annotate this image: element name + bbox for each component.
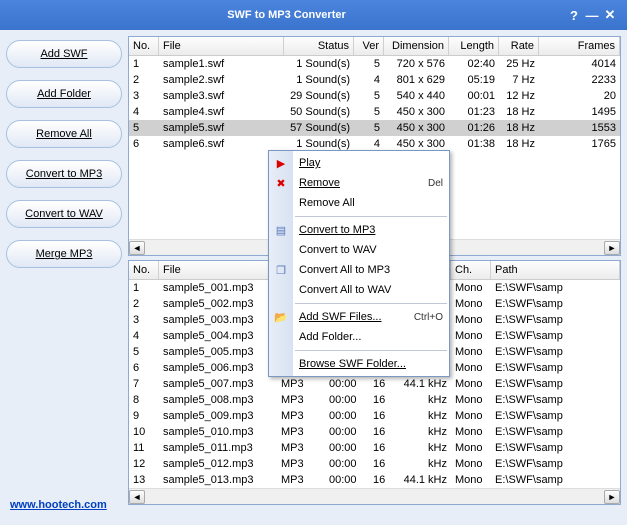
menu-add-folder[interactable]: Add Folder... [293, 327, 449, 347]
table-row[interactable]: 11sample5_011.mp3MP300:0016kHzMonoE:\SWF… [129, 440, 620, 456]
window-title: SWF to MP3 Converter [8, 9, 565, 21]
remove-all-button[interactable]: Remove All [6, 120, 122, 148]
menu-separator [295, 350, 447, 351]
sidebar: Add SWF Add Folder Remove All Convert to… [6, 36, 122, 489]
mp3-scrollbar[interactable]: ◄ ► [129, 488, 620, 504]
menu-remove-all[interactable]: Remove All [293, 193, 449, 213]
website-link[interactable]: www.hootech.com [10, 499, 107, 511]
play-icon: ▶ [273, 155, 289, 171]
col-rate[interactable]: Rate [499, 37, 539, 55]
col-ch2[interactable]: Ch. [451, 261, 491, 279]
menu-convert-mp3[interactable]: ▤Convert to MP3 [293, 220, 449, 240]
table-row[interactable]: 2sample2.swf1 Sound(s)4801 x 62905:197 H… [129, 72, 620, 88]
col-path2[interactable]: Path [491, 261, 620, 279]
scroll-right-icon[interactable]: ► [604, 490, 620, 504]
col-file2[interactable]: File [159, 261, 277, 279]
menu-convert-all-wav[interactable]: Convert All to WAV [293, 280, 449, 300]
table-row[interactable]: 7sample5_007.mp3MP300:001644.1 kHzMonoE:… [129, 376, 620, 392]
table-row[interactable]: 5sample5.swf57 Sound(s)5450 x 30001:2618… [129, 120, 620, 136]
scroll-left-icon[interactable]: ◄ [129, 490, 145, 504]
table-row[interactable]: 10sample5_010.mp3MP300:0016kHzMonoE:\SWF… [129, 424, 620, 440]
table-row[interactable]: 8sample5_008.mp3MP300:0016kHzMonoE:\SWF\… [129, 392, 620, 408]
col-file[interactable]: File [159, 37, 284, 55]
help-button[interactable]: ? [565, 8, 583, 23]
menu-separator [295, 216, 447, 217]
col-ver[interactable]: Ver [354, 37, 384, 55]
convert-wav-button[interactable]: Convert to WAV [6, 200, 122, 228]
menu-browse-folder[interactable]: Browse SWF Folder... [293, 354, 449, 374]
merge-mp3-button[interactable]: Merge MP3 [6, 240, 122, 268]
table-row[interactable]: 3sample3.swf29 Sound(s)5540 x 44000:0112… [129, 88, 620, 104]
table-row[interactable]: 1sample1.swf1 Sound(s)5720 x 57602:4025 … [129, 56, 620, 72]
col-no2[interactable]: No. [129, 261, 159, 279]
table-row[interactable]: 9sample5_009.mp3MP300:0016kHzMonoE:\SWF\… [129, 408, 620, 424]
menu-play[interactable]: ▶Play [293, 153, 449, 173]
delete-icon: ✖ [273, 175, 289, 191]
menu-convert-all-mp3[interactable]: ❐Convert All to MP3 [293, 260, 449, 280]
menu-separator [295, 303, 447, 304]
documents-icon: ❐ [273, 262, 289, 278]
context-menu: ▶Play ✖RemoveDel Remove All ▤Convert to … [268, 150, 450, 377]
col-frames[interactable]: Frames [539, 37, 620, 55]
col-no[interactable]: No. [129, 37, 159, 55]
titlebar: SWF to MP3 Converter ? — ✕ [0, 0, 627, 30]
add-swf-button[interactable]: Add SWF [6, 40, 122, 68]
menu-add-swf[interactable]: 📂Add SWF Files...Ctrl+O [293, 307, 449, 327]
close-button[interactable]: ✕ [601, 7, 619, 23]
scroll-right-icon[interactable]: ► [604, 241, 620, 255]
table-row[interactable]: 4sample4.swf50 Sound(s)5450 x 30001:2318… [129, 104, 620, 120]
folder-open-icon: 📂 [273, 309, 289, 325]
table-row[interactable]: 13sample5_013.mp3MP300:001644.1 kHzMonoE… [129, 472, 620, 488]
col-status[interactable]: Status [284, 37, 354, 55]
col-len[interactable]: Length [449, 37, 499, 55]
add-folder-button[interactable]: Add Folder [6, 80, 122, 108]
col-dim[interactable]: Dimension [384, 37, 449, 55]
scroll-left-icon[interactable]: ◄ [129, 241, 145, 255]
minimize-button[interactable]: — [583, 8, 601, 23]
table-row[interactable]: 12sample5_012.mp3MP300:0016kHzMonoE:\SWF… [129, 456, 620, 472]
menu-remove[interactable]: ✖RemoveDel [293, 173, 449, 193]
menu-convert-wav[interactable]: Convert to WAV [293, 240, 449, 260]
convert-mp3-button[interactable]: Convert to MP3 [6, 160, 122, 188]
document-icon: ▤ [273, 222, 289, 238]
swf-table-header: No. File Status Ver Dimension Length Rat… [129, 37, 620, 56]
